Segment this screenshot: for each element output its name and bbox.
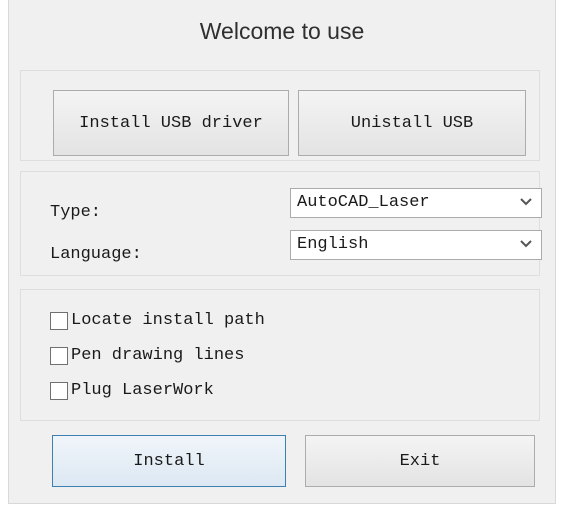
language-select-value: English xyxy=(297,235,369,254)
pen-drawing-lines-label: Pen drawing lines xyxy=(71,346,245,365)
type-label: Type: xyxy=(50,203,102,222)
exit-button[interactable]: Exit xyxy=(305,435,535,487)
type-select-value: AutoCAD_Laser xyxy=(297,193,430,212)
window-title: Welcome to use xyxy=(199,17,365,44)
language-select[interactable]: English xyxy=(290,230,542,260)
install-usb-driver-button[interactable]: Install USB driver xyxy=(53,90,289,156)
plug-laserwork-option[interactable]: Plug LaserWork xyxy=(50,381,214,400)
locate-install-path-checkbox[interactable] xyxy=(50,311,68,330)
locate-install-path-option[interactable]: Locate install path xyxy=(50,311,265,330)
pen-drawing-lines-checkbox[interactable] xyxy=(50,346,68,365)
type-select[interactable]: AutoCAD_Laser xyxy=(290,188,542,218)
chevron-down-icon xyxy=(520,240,532,248)
uninstall-usb-button[interactable]: Unistall USB xyxy=(298,90,526,156)
pen-drawing-lines-option[interactable]: Pen drawing lines xyxy=(50,346,244,365)
locate-install-path-label: Locate install path xyxy=(71,311,265,330)
install-button[interactable]: Install xyxy=(52,435,286,487)
plug-laserwork-label: Plug LaserWork xyxy=(71,381,214,400)
language-label: Language: xyxy=(50,245,142,264)
chevron-down-icon xyxy=(520,198,532,206)
plug-laserwork-checkbox[interactable] xyxy=(50,381,68,400)
